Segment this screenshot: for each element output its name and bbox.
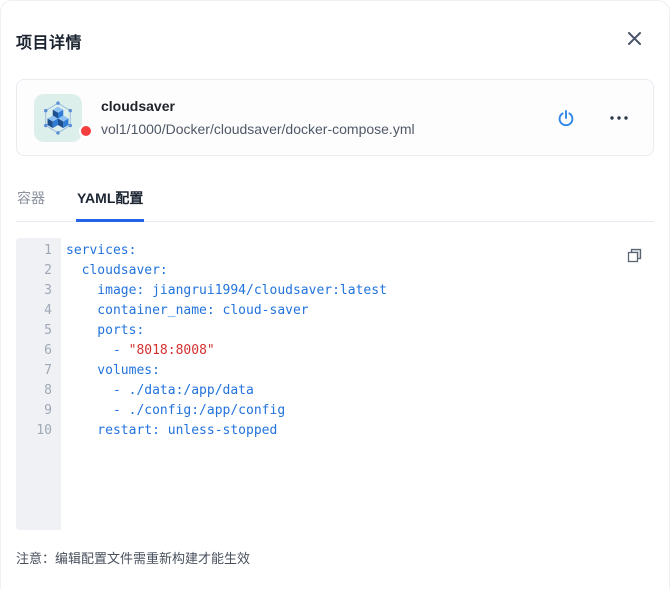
code-line: restart: unless-stopped xyxy=(66,421,654,441)
line-number: 1 xyxy=(44,243,52,258)
yaml-code-token: - ./config:/app/config xyxy=(66,403,286,418)
project-info: cloudsaver vol1/1000/Docker/cloudsaver/d… xyxy=(101,98,415,137)
app-icon-wrap xyxy=(34,93,93,142)
yaml-code-token: - ./data:/app/data xyxy=(66,383,254,398)
yaml-code-token: restart: unless-stopped xyxy=(66,423,278,438)
project-path: vol1/1000/Docker/cloudsaver/docker-compo… xyxy=(101,121,415,137)
line-number: 10 xyxy=(36,423,52,438)
project-name: cloudsaver xyxy=(101,98,175,114)
tab-bar: 容器 YAML配置 xyxy=(16,184,654,222)
code-line: services: xyxy=(66,241,654,261)
status-dot xyxy=(79,123,93,138)
code-line: volumes: xyxy=(66,361,654,381)
ellipsis-icon xyxy=(610,115,628,120)
line-number: 8 xyxy=(44,383,52,398)
power-button[interactable] xyxy=(553,105,579,131)
yaml-code-token: ports: xyxy=(66,323,145,338)
yaml-code-token: container_name: cloud-saver xyxy=(66,303,309,318)
line-number: 4 xyxy=(44,303,52,318)
line-number: 2 xyxy=(44,263,52,278)
editor-code[interactable]: services: cloudsaver: image: jiangrui199… xyxy=(61,238,654,530)
close-button[interactable] xyxy=(625,29,644,48)
line-number: 6 xyxy=(44,343,52,358)
project-card: cloudsaver vol1/1000/Docker/cloudsaver/d… xyxy=(16,79,654,156)
yaml-code-token: services: xyxy=(66,243,137,258)
power-icon xyxy=(558,109,574,126)
yaml-code-token: image: jiangrui1994/cloudsaver:latest xyxy=(66,283,387,298)
card-actions xyxy=(553,105,639,131)
line-number: 5 xyxy=(44,323,52,338)
modal-header: 项目详情 xyxy=(16,29,654,53)
footer-note: 注意：编辑配置文件需重新构建才能生效 xyxy=(16,551,251,566)
page-title: 项目详情 xyxy=(16,35,83,52)
code-line: - "8018:8008" xyxy=(66,341,654,361)
close-icon xyxy=(628,32,641,45)
code-line: ports: xyxy=(66,321,654,341)
line-number: 9 xyxy=(44,403,52,418)
yaml-code-token: cloudsaver: xyxy=(66,263,168,278)
copy-icon xyxy=(627,248,642,263)
tab-yaml-config[interactable]: YAML配置 xyxy=(76,184,145,222)
code-line: - ./data:/app/data xyxy=(66,381,654,401)
tab-containers[interactable]: 容器 xyxy=(16,184,46,222)
line-number: 7 xyxy=(44,363,52,378)
project-details-modal: 项目详情 cloudsaver vol1/1000/Docker/cloudsa… xyxy=(0,0,670,589)
code-line: cloudsaver: xyxy=(66,261,654,281)
cubes-hexagon-icon xyxy=(44,100,72,135)
code-line: image: jiangrui1994/cloudsaver:latest xyxy=(66,281,654,301)
cloudsaver-app-icon xyxy=(34,93,82,142)
copy-button[interactable] xyxy=(624,245,645,266)
yaml-code-token: volumes: xyxy=(66,363,160,378)
line-number: 3 xyxy=(44,283,52,298)
code-line: container_name: cloud-saver xyxy=(66,301,654,321)
yaml-editor[interactable]: 1 2 3 4 5 6 7 8 9 10 services: cloudsaver: image:… xyxy=(16,238,654,530)
editor-gutter: 1 2 3 4 5 6 7 8 9 10 xyxy=(16,238,61,530)
yaml-string-token: "8018:8008" xyxy=(128,343,215,358)
yaml-code-token: - xyxy=(66,343,129,358)
code-line: - ./config:/app/config xyxy=(66,401,654,421)
more-options-button[interactable] xyxy=(605,111,633,125)
